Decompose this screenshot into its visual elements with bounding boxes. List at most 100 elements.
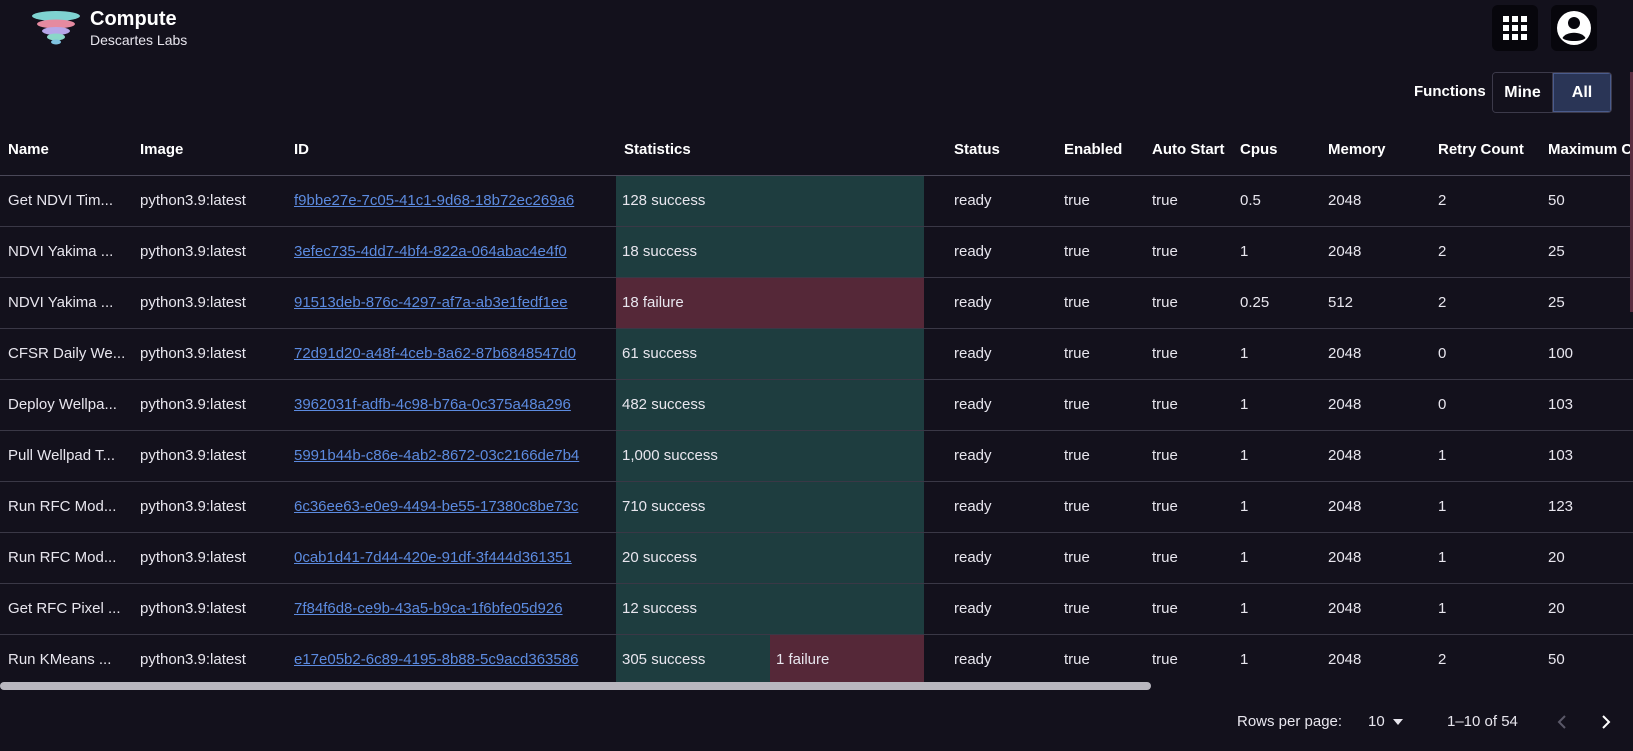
column-header-cpus[interactable]: Cpus xyxy=(1232,125,1320,176)
function-id-link[interactable]: e17e05b2-6c89-4195-8b88-5c9acd363586 xyxy=(294,651,578,668)
cell-maximum: 50 xyxy=(1540,175,1633,227)
function-id-link[interactable]: 7f84f6d8-ce9b-43a5-b9ca-1f6bfe05d926 xyxy=(294,600,563,617)
account-button[interactable] xyxy=(1551,5,1597,51)
cell-cpus: 0.5 xyxy=(1232,175,1320,227)
app-title: Compute xyxy=(90,8,177,30)
cell-cpus: 1 xyxy=(1232,379,1320,431)
cell-name: CFSR Daily We... xyxy=(0,328,132,380)
cell-name: Run RFC Mod... xyxy=(0,481,132,533)
function-id-link[interactable]: 5991b44b-c86e-4ab2-8672-03c2166de7b4 xyxy=(294,447,579,464)
column-header-name[interactable]: Name xyxy=(0,125,132,176)
failure-segment: 1 failure xyxy=(770,634,924,684)
column-header-status[interactable]: Status xyxy=(946,125,1056,176)
cell-maximum: 103 xyxy=(1540,430,1633,482)
cell-enabled: true xyxy=(1056,634,1144,685)
column-header-enabled[interactable]: Enabled xyxy=(1056,125,1144,176)
cell-status: ready xyxy=(946,226,1056,278)
cell-retry-count: 1 xyxy=(1430,532,1540,584)
column-header-memory[interactable]: Memory xyxy=(1320,125,1430,176)
column-header-maximum[interactable]: Maximum C xyxy=(1540,125,1633,176)
cell-enabled: true xyxy=(1056,277,1144,329)
table-row[interactable]: Pull Wellpad T... python3.9:latest 5991b44… xyxy=(0,430,1633,482)
cell-maximum: 123 xyxy=(1540,481,1633,533)
horizontal-scrollbar[interactable] xyxy=(0,682,1151,690)
function-id-link[interactable]: 91513deb-876c-4297-af7a-ab3e1fedf1ee xyxy=(294,294,568,311)
cell-retry-count: 0 xyxy=(1430,328,1540,380)
success-segment: 20 success xyxy=(616,532,924,582)
cell-status: ready xyxy=(946,328,1056,380)
success-segment: 128 success xyxy=(616,175,924,225)
column-header-image[interactable]: Image xyxy=(132,125,286,176)
success-segment: 710 success xyxy=(616,481,924,531)
cell-id: 0cab1d41-7d44-420e-91df-3f444d361351 xyxy=(286,532,616,584)
cell-auto-start: true xyxy=(1144,175,1232,227)
cell-statistics: 710 success xyxy=(616,481,946,533)
app-subtitle: Descartes Labs xyxy=(90,32,188,48)
table-row[interactable]: Deploy Wellpa... python3.9:latest 3962031f… xyxy=(0,379,1633,431)
column-header-statistics[interactable]: Statistics xyxy=(616,125,946,176)
cell-statistics: 128 success xyxy=(616,175,946,227)
cell-retry-count: 1 xyxy=(1430,481,1540,533)
function-id-link[interactable]: 72d91d20-a48f-4ceb-8a62-87b6848547d0 xyxy=(294,345,576,362)
cell-image: python3.9:latest xyxy=(132,532,286,584)
cell-cpus: 1 xyxy=(1232,430,1320,482)
cell-retry-count: 1 xyxy=(1430,583,1540,635)
cell-status: ready xyxy=(946,481,1056,533)
table-header-row: Name Image ID Statistics Status Enabled … xyxy=(0,125,1633,176)
cell-memory: 2048 xyxy=(1320,328,1430,380)
statistics-bar: 12 success xyxy=(616,583,924,633)
cell-name: Get RFC Pixel ... xyxy=(0,583,132,635)
cell-id: 7f84f6d8-ce9b-43a5-b9ca-1f6bfe05d926 xyxy=(286,583,616,635)
cell-maximum: 100 xyxy=(1540,328,1633,380)
function-id-link[interactable]: 0cab1d41-7d44-420e-91df-3f444d361351 xyxy=(294,549,572,566)
column-header-auto-start[interactable]: Auto Start xyxy=(1144,125,1232,176)
cell-statistics: 1,000 success xyxy=(616,430,946,482)
success-segment: 18 success xyxy=(616,226,924,276)
column-header-id[interactable]: ID xyxy=(286,125,616,176)
cell-auto-start: true xyxy=(1144,532,1232,584)
filter-all-button[interactable]: All xyxy=(1552,73,1611,112)
cell-maximum: 25 xyxy=(1540,277,1633,329)
cell-memory: 2048 xyxy=(1320,583,1430,635)
table-row[interactable]: Run KMeans ... python3.9:latest e17e05b2-6… xyxy=(0,634,1633,685)
cell-image: python3.9:latest xyxy=(132,226,286,278)
function-id-link[interactable]: 3efec735-4dd7-4bf4-822a-064abac4e4f0 xyxy=(294,243,567,260)
cell-id: 6c36ee63-e0e9-4494-be55-17380c8be73c xyxy=(286,481,616,533)
cell-auto-start: true xyxy=(1144,634,1232,685)
cell-cpus: 1 xyxy=(1232,583,1320,635)
column-header-retry-count[interactable]: Retry Count xyxy=(1430,125,1540,176)
cell-statistics: 61 success xyxy=(616,328,946,380)
table-row[interactable]: CFSR Daily We... python3.9:latest 72d91d20… xyxy=(0,328,1633,380)
table-row[interactable]: Get RFC Pixel ... python3.9:latest 7f84f6d… xyxy=(0,583,1633,635)
function-id-link[interactable]: 6c36ee63-e0e9-4494-be55-17380c8be73c xyxy=(294,498,578,515)
table-row[interactable]: Run RFC Mod... python3.9:latest 6c36ee63-e… xyxy=(0,481,1633,533)
cell-name: NDVI Yakima ... xyxy=(0,226,132,278)
cell-id: 5991b44b-c86e-4ab2-8672-03c2166de7b4 xyxy=(286,430,616,482)
statistics-bar: 482 success xyxy=(616,379,924,429)
apps-button[interactable] xyxy=(1492,5,1538,51)
cell-auto-start: true xyxy=(1144,379,1232,431)
table-row[interactable]: Get NDVI Tim... python3.9:latest f9bbe27e-… xyxy=(0,175,1633,227)
next-page-button[interactable] xyxy=(1590,706,1622,738)
rows-per-page-value: 10 xyxy=(1368,713,1385,730)
cell-image: python3.9:latest xyxy=(132,175,286,227)
cell-image: python3.9:latest xyxy=(132,634,286,685)
function-id-link[interactable]: 3962031f-adfb-4c98-b76a-0c375a48a296 xyxy=(294,396,571,413)
cell-cpus: 1 xyxy=(1232,532,1320,584)
previous-page-button[interactable] xyxy=(1546,706,1578,738)
cell-id: 72d91d20-a48f-4ceb-8a62-87b6848547d0 xyxy=(286,328,616,380)
cell-memory: 2048 xyxy=(1320,634,1430,685)
rows-per-page-select[interactable]: 10 xyxy=(1368,713,1403,730)
cell-cpus: 1 xyxy=(1232,634,1320,685)
caret-down-icon xyxy=(1392,718,1403,725)
cell-statistics: 18 failure xyxy=(616,277,946,329)
function-id-link[interactable]: f9bbe27e-7c05-41c1-9d68-18b72ec269a6 xyxy=(294,192,574,209)
cell-auto-start: true xyxy=(1144,583,1232,635)
cell-statistics: 482 success xyxy=(616,379,946,431)
table-row[interactable]: Run RFC Mod... python3.9:latest 0cab1d41-7… xyxy=(0,532,1633,584)
cell-id: 91513deb-876c-4297-af7a-ab3e1fedf1ee xyxy=(286,277,616,329)
table-row[interactable]: NDVI Yakima ... python3.9:latest 91513deb-… xyxy=(0,277,1633,329)
chevron-left-icon xyxy=(1557,715,1566,729)
table-row[interactable]: NDVI Yakima ... python3.9:latest 3efec735-… xyxy=(0,226,1633,278)
filter-mine-button[interactable]: Mine xyxy=(1493,73,1552,112)
